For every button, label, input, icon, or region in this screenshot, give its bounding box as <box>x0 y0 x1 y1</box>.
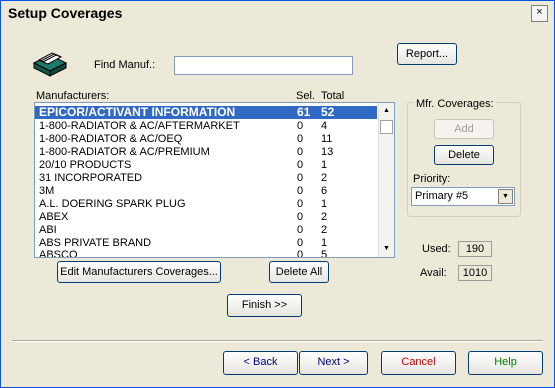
manufacturers-header: Manufacturers: <box>36 90 110 102</box>
finish-button[interactable]: Finish >> <box>227 294 302 317</box>
manufacturer-total: 2 <box>321 224 328 236</box>
find-manuf-input[interactable] <box>174 56 353 75</box>
priority-select[interactable]: Primary #5 ▼ <box>411 187 515 206</box>
list-item[interactable]: 20/10 PRODUCTS 0 1 <box>35 159 377 172</box>
manufacturer-total: 13 <box>321 146 334 158</box>
priority-value: Primary #5 <box>415 190 469 202</box>
manufacturer-name: ABSCO <box>39 249 78 258</box>
separator <box>12 340 543 342</box>
list-item[interactable]: 3M 0 6 <box>35 185 377 198</box>
find-manuf-label: Find Manuf.: <box>94 59 156 71</box>
report-button[interactable]: Report... <box>397 43 457 65</box>
manufacturer-total: 2 <box>321 211 328 223</box>
manufacturer-sel: 61 <box>297 105 311 119</box>
list-item[interactable]: 1-800-RADIATOR & AC/OEQ 0 11 <box>35 133 377 146</box>
cancel-button[interactable]: Cancel <box>381 351 456 375</box>
manufacturer-sel: 0 <box>297 120 304 132</box>
scroll-down-arrow-icon[interactable]: ▼ <box>379 241 394 257</box>
manufacturer-total: 11 <box>321 133 333 145</box>
manufacturer-name: EPICOR/ACTIVANT INFORMATION <box>39 105 236 119</box>
priority-label: Priority: <box>413 173 451 185</box>
close-button[interactable]: × <box>531 5 548 22</box>
card-file-icon <box>32 52 68 77</box>
manufacturer-total: 52 <box>321 105 335 119</box>
manufacturer-sel: 0 <box>297 249 304 258</box>
list-item[interactable]: ABEX 0 2 <box>35 211 377 224</box>
manufacturer-sel: 0 <box>297 146 304 158</box>
delete-all-button[interactable]: Delete All <box>269 261 329 283</box>
window-title: Setup Coverages <box>8 5 123 21</box>
manufacturer-name: A.L. DOERING SPARK PLUG <box>39 198 186 210</box>
list-item[interactable]: 31 INCORPORATED 0 2 <box>35 172 377 185</box>
manufacturer-name: 3M <box>39 185 55 197</box>
manufacturer-name: 1-800-RADIATOR & AC/AFTERMARKET <box>39 120 240 132</box>
manufacturer-name: ABEX <box>39 211 69 223</box>
manufacturer-sel: 0 <box>297 172 304 184</box>
manufacturer-sel: 0 <box>297 224 304 236</box>
list-item[interactable]: A.L. DOERING SPARK PLUG 0 1 <box>35 198 377 211</box>
manufacturer-name: 1-800-RADIATOR & AC/PREMIUM <box>39 146 210 158</box>
back-button[interactable]: < Back <box>223 351 298 375</box>
manufacturer-name: ABI <box>39 224 57 236</box>
manufacturer-total: 2 <box>321 172 328 184</box>
list-item[interactable]: 1-800-RADIATOR & AC/PREMIUM 0 13 <box>35 146 377 159</box>
manufacturer-total: 1 <box>321 159 328 171</box>
manufacturer-sel: 0 <box>297 133 304 145</box>
list-item[interactable]: ABI 0 2 <box>35 224 377 237</box>
dropdown-arrow-icon[interactable]: ▼ <box>498 189 513 204</box>
edit-manufacturers-coverages-button[interactable]: Edit Manufacturers Coverages... <box>57 261 221 283</box>
help-button[interactable]: Help <box>468 351 543 375</box>
manufacturer-total: 6 <box>321 185 328 197</box>
manufacturer-total: 5 <box>321 249 328 258</box>
sel-header: Sel. <box>296 90 315 102</box>
list-item[interactable]: 1-800-RADIATOR & AC/AFTERMARKET 0 4 <box>35 120 377 133</box>
scroll-thumb[interactable] <box>380 120 393 134</box>
delete-button[interactable]: Delete <box>434 145 494 165</box>
manufacturer-total: 4 <box>321 120 328 132</box>
list-item[interactable]: EPICOR/ACTIVANT INFORMATION 61 52 <box>35 106 377 119</box>
list-item[interactable]: ABSCO 0 5 <box>35 249 377 258</box>
manufacturer-name: 1-800-RADIATOR & AC/OEQ <box>39 133 183 145</box>
avail-label: Avail: <box>420 267 447 279</box>
avail-value: 1010 <box>458 265 492 281</box>
manufacturer-sel: 0 <box>297 185 304 197</box>
manufacturer-name: 31 INCORPORATED <box>39 172 143 184</box>
manufacturers-list[interactable]: EPICOR/ACTIVANT INFORMATION 61 52 1-800-… <box>34 102 395 258</box>
used-value: 190 <box>458 241 492 257</box>
manufacturer-sel: 0 <box>297 198 304 210</box>
mfr-coverages-label: Mfr. Coverages: <box>414 98 496 110</box>
setup-coverages-window: Setup Coverages × Find Manuf.: Report...… <box>0 0 555 388</box>
manufacturer-total: 1 <box>321 198 328 210</box>
manufacturer-name: 20/10 PRODUCTS <box>39 159 132 171</box>
scroll-up-arrow-icon[interactable]: ▲ <box>379 103 394 119</box>
used-label: Used: <box>422 243 451 255</box>
manufacturer-sel: 0 <box>297 211 304 223</box>
next-button[interactable]: Next > <box>299 351 368 375</box>
list-scrollbar[interactable]: ▲ ▼ <box>378 103 394 257</box>
total-header: Total <box>321 90 345 102</box>
manufacturer-sel: 0 <box>297 159 304 171</box>
title-bar: Setup Coverages × <box>1 1 554 25</box>
add-button[interactable]: Add <box>434 119 494 139</box>
